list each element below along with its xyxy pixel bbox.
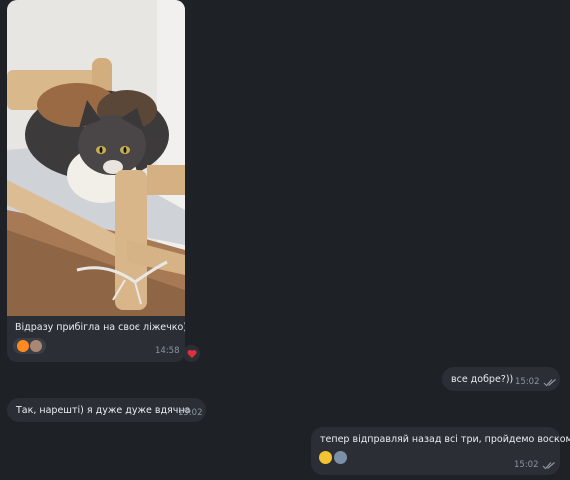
fire-icon <box>17 340 29 352</box>
heart-reaction[interactable] <box>183 345 200 362</box>
photo-message[interactable]: Відразу прибігла на своє ліжечко) 14:58 <box>7 0 185 362</box>
grimace-emoji-icon <box>319 451 332 464</box>
heart-icon <box>187 349 196 358</box>
reaction-pill[interactable] <box>13 338 46 354</box>
photo-time: 14:58 <box>155 346 180 356</box>
message-time: 15:02 <box>515 377 540 387</box>
photo-caption: Відразу прибігла на своє ліжечко) <box>15 322 185 333</box>
incoming-message[interactable]: Так, нарешті) я дуже дуже вдячна 15:02 <box>7 398 206 422</box>
message-time: 15:02 <box>514 460 539 470</box>
outgoing-message[interactable]: тепер відправляй назад всі три, пройдемо… <box>311 427 570 475</box>
cat-on-doll-bed-image <box>7 0 185 316</box>
avatar-icon <box>334 451 347 464</box>
cat-photo[interactable] <box>7 0 185 316</box>
read-checkmarks-icon <box>542 462 555 470</box>
message-time: 15:02 <box>178 408 203 418</box>
outgoing-message[interactable]: все добре?)) 15:02 <box>442 367 560 391</box>
read-checkmarks-icon <box>543 379 556 387</box>
message-text: Так, нарешті) я дуже дуже вдячна <box>16 405 191 416</box>
message-reactions[interactable] <box>319 451 347 464</box>
message-text: тепер відправляй назад всі три, пройдемо… <box>320 434 570 445</box>
avatar-icon <box>30 340 42 352</box>
photo-reactions[interactable] <box>13 338 46 354</box>
message-text: все добре?)) <box>451 374 514 385</box>
